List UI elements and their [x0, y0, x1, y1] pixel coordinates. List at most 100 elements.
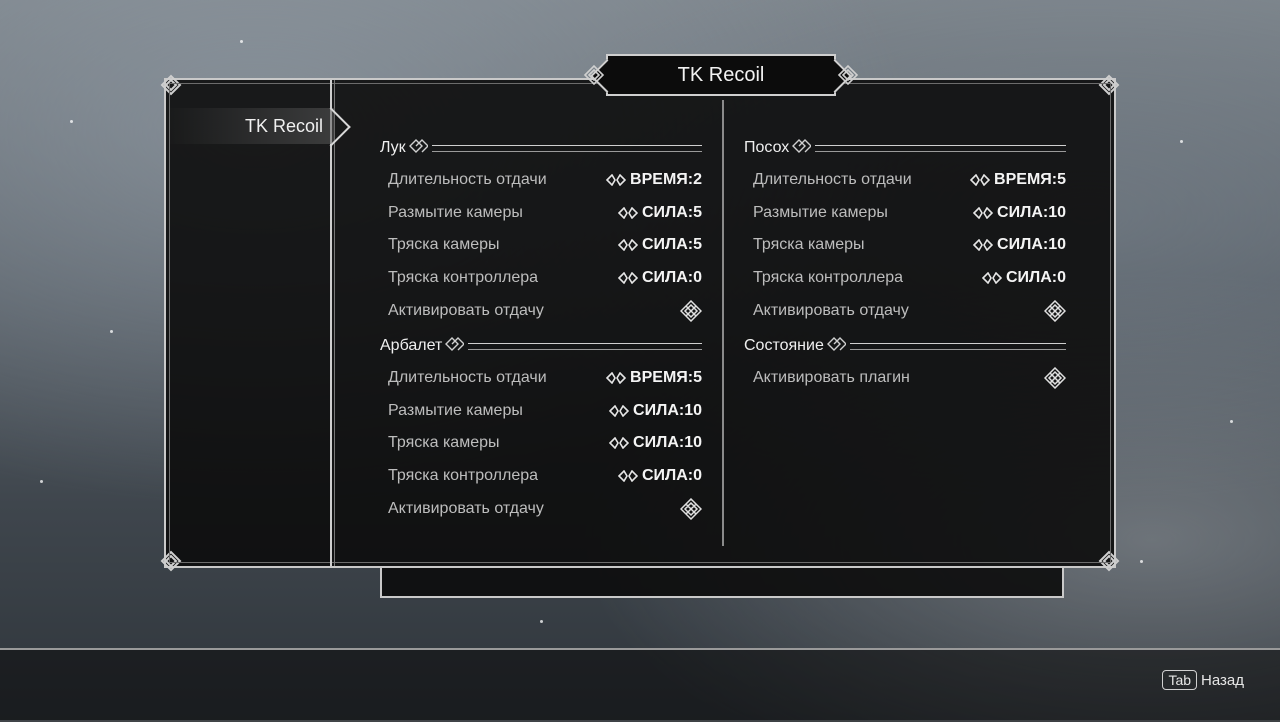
setting-row[interactable]: Тряска камеры СИЛА:10: [388, 429, 702, 457]
setting-value-text: ВРЕМЯ:2: [630, 171, 702, 188]
setting-label: Активировать отдачу: [753, 302, 909, 319]
left-right-arrows-icon: [617, 239, 638, 251]
setting-row[interactable]: Размытие камеры СИЛА:5: [388, 199, 702, 227]
knot-ornament-icon: [826, 336, 847, 352]
left-right-arrows-icon: [970, 174, 991, 186]
setting-label: Активировать плагин: [753, 369, 910, 386]
section-header-crossbow: Арбалет: [380, 335, 702, 357]
setting-value[interactable]: СИЛА:5: [617, 204, 702, 222]
knot-ornament-icon: [444, 336, 466, 352]
setting-label: Тряска камеры: [753, 236, 865, 253]
knot-ornament-icon: [837, 64, 859, 86]
setting-label: Длительность отдачи: [388, 369, 547, 386]
setting-value[interactable]: СИЛА:10: [609, 434, 702, 452]
setting-value-text: СИЛА:10: [997, 236, 1066, 253]
setting-value-text: СИЛА:0: [1005, 269, 1066, 286]
setting-value-text: СИЛА:10: [633, 402, 702, 419]
setting-label: Длительность отдачи: [753, 171, 912, 188]
corner-ornament-icon: [158, 72, 184, 98]
sidebar-divider: [330, 80, 335, 566]
setting-value[interactable]: СИЛА:5: [617, 236, 702, 254]
sidebar-item-label: TK Recoil: [244, 115, 323, 136]
snow-flake: [240, 40, 243, 43]
setting-row[interactable]: Тряска контроллера СИЛА:0: [753, 264, 1066, 292]
section-header-staff: Посох: [744, 137, 1066, 159]
left-right-arrows-icon: [606, 372, 627, 384]
section-divider: [445, 336, 702, 351]
snow-flake: [1140, 560, 1143, 563]
section-divider: [826, 336, 1066, 351]
section-header-state: Состояние: [744, 335, 1066, 357]
setting-row[interactable]: Размытие камеры СИЛА:10: [388, 397, 702, 425]
key-tab: Tab: [1162, 670, 1198, 690]
setting-label: Размытие камеры: [753, 204, 888, 221]
setting-row[interactable]: Активировать отдачу: [388, 495, 702, 523]
setting-row[interactable]: Тряска камеры СИЛА:10: [753, 231, 1066, 259]
setting-value-text: ВРЕМЯ:5: [630, 369, 702, 386]
setting-value-text: СИЛА:0: [641, 467, 702, 484]
setting-row[interactable]: Длительность отдачи ВРЕМЯ:5: [753, 166, 1066, 194]
setting-value-text: ВРЕМЯ:5: [994, 171, 1066, 188]
setting-label: Тряска камеры: [388, 434, 500, 451]
setting-label: Тряска контроллера: [388, 269, 539, 286]
knot-checkbox-icon[interactable]: [1044, 367, 1066, 389]
setting-row[interactable]: Тряска контроллера СИЛА:0: [388, 462, 702, 490]
setting-value[interactable]: СИЛА:10: [973, 236, 1066, 254]
section-divider: [408, 138, 702, 153]
left-right-arrows-icon: [981, 272, 1002, 284]
left-right-arrows-icon: [609, 405, 630, 417]
setting-value[interactable]: СИЛА:10: [973, 204, 1066, 222]
corner-ornament-icon: [1096, 548, 1122, 574]
back-label: Назад: [1201, 671, 1244, 689]
back-hint[interactable]: Tab Назад: [1162, 670, 1244, 690]
setting-row[interactable]: Тряска контроллера СИЛА:0: [388, 264, 702, 292]
setting-row[interactable]: Размытие камеры СИЛА:10: [753, 199, 1066, 227]
left-right-arrows-icon: [609, 437, 630, 449]
snow-flake: [540, 620, 543, 623]
setting-row[interactable]: Длительность отдачи ВРЕМЯ:5: [388, 364, 702, 392]
setting-label: Тряска камеры: [388, 236, 500, 253]
column-divider: [722, 100, 724, 546]
corner-ornament-icon: [1096, 72, 1122, 98]
setting-value[interactable]: СИЛА:0: [981, 269, 1066, 287]
snow-flake: [1180, 140, 1183, 143]
section-title: Лук: [380, 139, 406, 156]
left-right-arrows-icon: [973, 239, 994, 251]
setting-value[interactable]: ВРЕМЯ:5: [970, 171, 1066, 189]
snow-flake: [70, 120, 73, 123]
section-header-bow: Лук: [380, 137, 702, 159]
setting-label: Длительность отдачи: [388, 171, 547, 188]
knot-ornament-icon: [791, 138, 813, 154]
setting-label: Активировать отдачу: [388, 302, 544, 319]
setting-row[interactable]: Активировать отдачу: [753, 297, 1066, 325]
setting-row[interactable]: Активировать отдачу: [388, 297, 702, 325]
section-title: Арбалет: [380, 337, 443, 354]
setting-label: Тряска контроллера: [753, 269, 904, 286]
section-title: Состояние: [744, 337, 824, 354]
setting-value[interactable]: СИЛА:10: [609, 402, 702, 420]
snow-flake: [40, 480, 43, 483]
setting-value-text: СИЛА:10: [997, 204, 1066, 221]
left-right-arrows-icon: [617, 470, 638, 482]
left-right-arrows-icon: [606, 174, 627, 186]
sidebar-item-tk-recoil[interactable]: TK Recoil: [170, 108, 335, 144]
setting-row[interactable]: Тряска камеры СИЛА:5: [388, 231, 702, 259]
left-right-arrows-icon: [617, 207, 638, 219]
setting-value[interactable]: ВРЕМЯ:2: [606, 171, 702, 189]
corner-ornament-icon: [158, 548, 184, 574]
bottom-tab-plate: [380, 568, 1064, 598]
knot-checkbox-icon[interactable]: [680, 498, 702, 520]
setting-value[interactable]: СИЛА:0: [617, 269, 702, 287]
left-right-arrows-icon: [617, 272, 638, 284]
setting-row[interactable]: Активировать плагин: [753, 364, 1066, 392]
setting-value-text: СИЛА:0: [641, 269, 702, 286]
knot-checkbox-icon[interactable]: [1044, 300, 1066, 322]
setting-label: Размытие камеры: [388, 402, 523, 419]
setting-value[interactable]: ВРЕМЯ:5: [606, 369, 702, 387]
setting-value[interactable]: СИЛА:0: [617, 467, 702, 485]
setting-row[interactable]: Длительность отдачи ВРЕМЯ:2: [388, 166, 702, 194]
setting-value-text: СИЛА:5: [641, 204, 702, 221]
setting-value-text: СИЛА:10: [633, 434, 702, 451]
knot-checkbox-icon[interactable]: [680, 300, 702, 322]
setting-value-text: СИЛА:5: [641, 236, 702, 253]
